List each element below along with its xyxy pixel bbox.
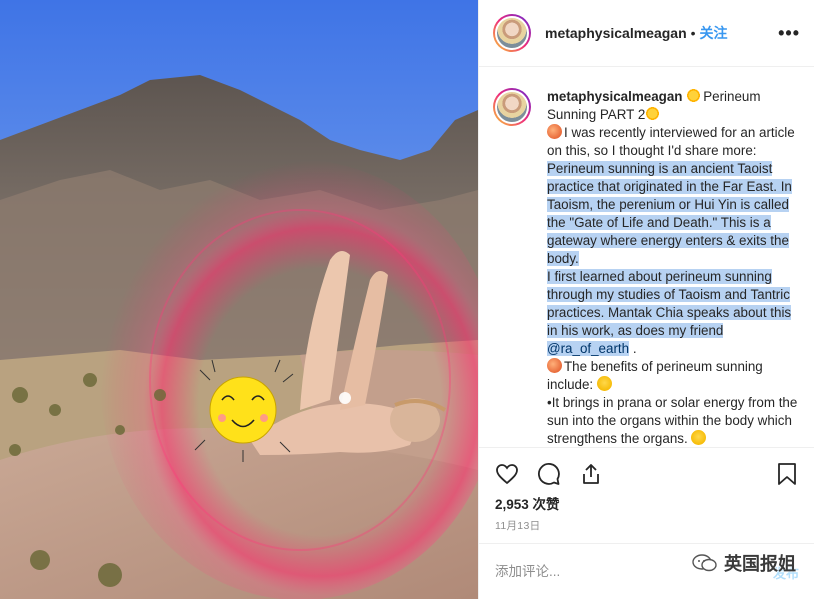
caption-avatar[interactable] <box>493 88 531 126</box>
like-button[interactable] <box>493 460 521 488</box>
comment-input[interactable] <box>495 564 695 579</box>
caption-username[interactable]: metaphysicalmeagan <box>547 89 682 104</box>
avatar-image <box>495 90 529 124</box>
follow-button[interactable]: 关注 <box>700 23 728 43</box>
share-button[interactable] <box>577 460 605 488</box>
action-bar <box>479 447 814 499</box>
caption-text: metaphysicalmeagan Perineum Sunning PART… <box>547 88 801 446</box>
wechat-icon <box>692 554 717 572</box>
caption-line1: I was recently interviewed for an articl… <box>547 124 801 160</box>
sun-emoji-icon <box>645 106 661 121</box>
caption-para1-text: Perineum sunning is an ancient Taoist pr… <box>547 161 792 266</box>
caption-para1: Perineum sunning is an ancient Taoist pr… <box>547 160 801 268</box>
peach-emoji-icon <box>547 124 562 139</box>
avatar-image <box>495 16 529 50</box>
watermark: 英国报姐 <box>692 550 796 576</box>
header-username[interactable]: metaphysicalmeagan <box>545 25 687 41</box>
comment-button[interactable] <box>535 460 563 488</box>
caption-bullet1-text: •It brings in prana or solar energy from… <box>547 395 798 446</box>
post-header: metaphysicalmeagan • 关注 ••• <box>479 0 814 67</box>
caption-area[interactable]: metaphysicalmeagan Perineum Sunning PART… <box>479 68 814 446</box>
watermark-text: 英国报姐 <box>724 554 796 574</box>
post-date[interactable]: 11月13日 <box>495 518 540 533</box>
smile-emoji-icon <box>691 430 707 445</box>
caption-para2-end: . <box>632 341 637 356</box>
heart-icon <box>496 463 518 484</box>
post-photo[interactable] <box>0 0 478 599</box>
caption-intro: I was recently interviewed for an articl… <box>547 125 795 158</box>
bookmark-icon <box>778 462 796 485</box>
peach-emoji-icon <box>547 358 562 373</box>
post-side-panel: metaphysicalmeagan • 关注 ••• metaphysical… <box>478 0 814 599</box>
smile-emoji-icon <box>596 376 612 391</box>
caption-para2-text: I first learned about perineum sunning t… <box>547 269 792 338</box>
caption-title-line: metaphysicalmeagan Perineum Sunning PART… <box>547 88 801 124</box>
photo-illustration <box>0 0 478 599</box>
save-button[interactable] <box>773 460 801 488</box>
caption-para2: I first learned about perineum sunning t… <box>547 268 801 358</box>
caption-bullet1: •It brings in prana or solar energy from… <box>547 394 801 446</box>
share-icon <box>583 463 599 484</box>
comment-icon <box>538 462 560 485</box>
caption-para2-highlight: I first learned about perineum sunning t… <box>547 269 792 356</box>
instagram-post-viewer: metaphysicalmeagan • 关注 ••• metaphysical… <box>0 0 814 599</box>
header-dot-separator: • <box>690 25 696 41</box>
more-options-icon[interactable]: ••• <box>778 23 800 44</box>
likes-count[interactable]: 2,953 次赞 <box>495 493 560 513</box>
sun-emoji-icon <box>686 88 702 103</box>
caption-benefits: The benefits of perineum sunning include… <box>547 358 801 394</box>
avatar[interactable] <box>493 14 531 52</box>
mention-link[interactable]: @ra_of_earth <box>547 341 629 356</box>
caption-benefits-text: The benefits of perineum sunning include… <box>547 359 763 392</box>
